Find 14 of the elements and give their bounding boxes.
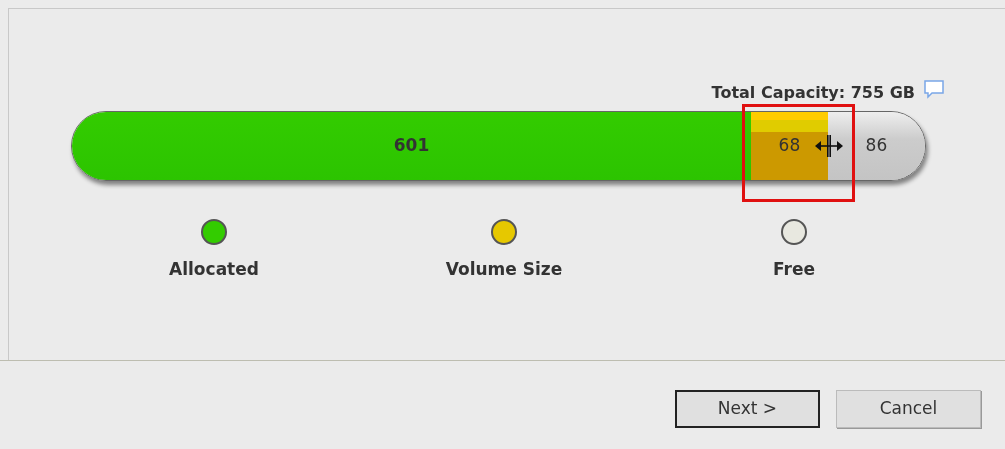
segment-value: 86: [865, 134, 888, 158]
dialog-button[interactable]: Next >: [675, 390, 820, 428]
speech-bubble-icon[interactable]: [923, 79, 945, 99]
legend-label: Volume Size: [445, 258, 563, 281]
dialog-button[interactable]: Cancel: [836, 390, 981, 428]
bar-segment[interactable]: 601: [72, 112, 751, 180]
total-capacity-label: Total Capacity: 755 GB: [711, 82, 915, 104]
segment-value: 68: [778, 134, 801, 158]
bar-segment[interactable]: 86: [827, 112, 925, 180]
legend-label: Allocated: [169, 258, 259, 281]
legend-label: Free: [773, 258, 815, 281]
resize-cursor-icon: [814, 135, 843, 157]
bar-segment[interactable]: 68: [751, 112, 828, 180]
segment-value: 601: [393, 134, 430, 158]
